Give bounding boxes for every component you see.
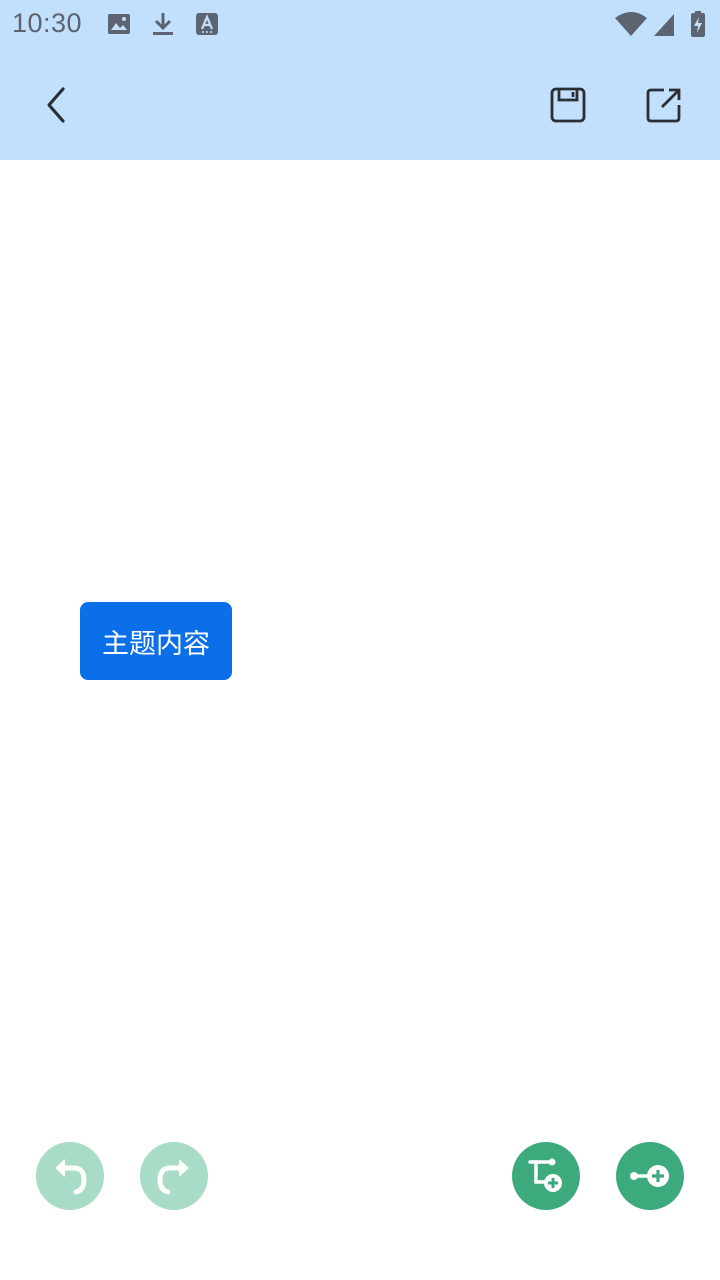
status-bar: 10:30 [0,0,720,50]
redo-button[interactable] [140,1142,208,1210]
save-button[interactable] [540,77,596,133]
back-button[interactable] [28,77,84,133]
export-button[interactable] [636,77,692,133]
add-sibling-button[interactable] [616,1142,684,1210]
mind-map-canvas[interactable]: 主题内容 [0,160,720,1280]
battery-charging-icon [688,10,708,38]
undo-button[interactable] [36,1142,104,1210]
status-time: 10:30 [12,8,83,38]
wifi-icon [614,10,648,38]
add-subtopic-icon [528,1158,562,1192]
signal-icon [652,10,676,38]
image-icon [106,10,132,38]
chevron-left-icon [47,87,65,123]
undo-icon [55,1159,87,1195]
app-toolbar [0,50,720,160]
download-icon [150,10,176,38]
save-icon [550,87,586,123]
redo-icon [157,1159,189,1195]
font-icon [194,10,220,38]
central-topic-node[interactable]: 主题内容 [80,602,232,680]
add-subtopic-button[interactable] [512,1142,580,1210]
add-sibling-icon [630,1165,669,1187]
mind-map-editor-screen: 10:30 主题内容 [0,0,720,1280]
export-icon [646,88,681,123]
top-bar: 10:30 [0,0,720,160]
